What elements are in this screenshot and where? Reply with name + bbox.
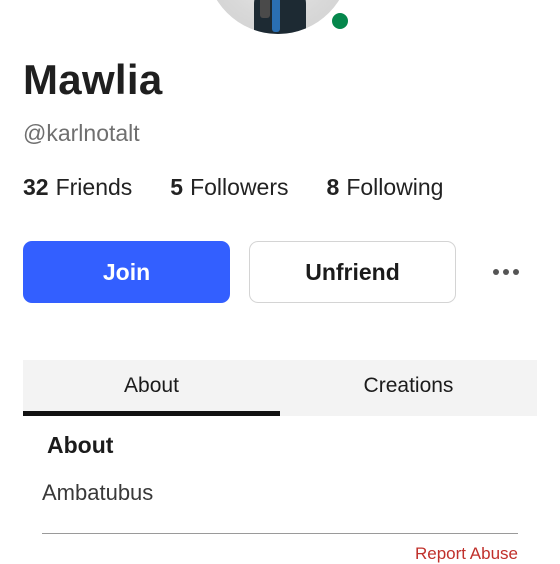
ellipsis-dot: [503, 269, 509, 275]
following-label: Following: [346, 174, 444, 200]
ellipsis-dot: [513, 269, 519, 275]
tab-creations[interactable]: Creations: [280, 360, 537, 416]
followers-label: Followers: [190, 174, 289, 200]
followers-count: 5: [170, 174, 184, 200]
report-abuse-link[interactable]: Report Abuse: [415, 544, 518, 564]
about-heading: About: [47, 432, 114, 458]
followers-stat[interactable]: 5 Followers: [170, 174, 288, 201]
join-button[interactable]: Join: [23, 241, 230, 303]
avatar[interactable]: [206, 0, 350, 34]
username: @karlnotalt: [23, 120, 140, 146]
following-stat[interactable]: 8 Following: [327, 174, 444, 201]
profile-tabs: About Creations: [23, 360, 537, 416]
more-options-button[interactable]: [486, 258, 526, 286]
following-count: 8: [326, 174, 340, 200]
ellipsis-icon: [493, 269, 499, 275]
tab-about[interactable]: About: [23, 360, 280, 416]
divider: [42, 533, 518, 534]
display-name: Mawlia: [23, 56, 163, 103]
avatar-image: [206, 0, 350, 34]
online-status-indicator: [329, 10, 351, 32]
friends-count: 32: [23, 174, 49, 200]
avatar-figure: [254, 0, 306, 34]
about-description: Ambatubus: [42, 480, 154, 505]
unfriend-button[interactable]: Unfriend: [249, 241, 456, 303]
friends-stat[interactable]: 32 Friends: [23, 174, 132, 201]
friends-label: Friends: [55, 174, 133, 200]
profile-stats: 32 Friends 5 Followers 8 Following: [23, 174, 481, 201]
